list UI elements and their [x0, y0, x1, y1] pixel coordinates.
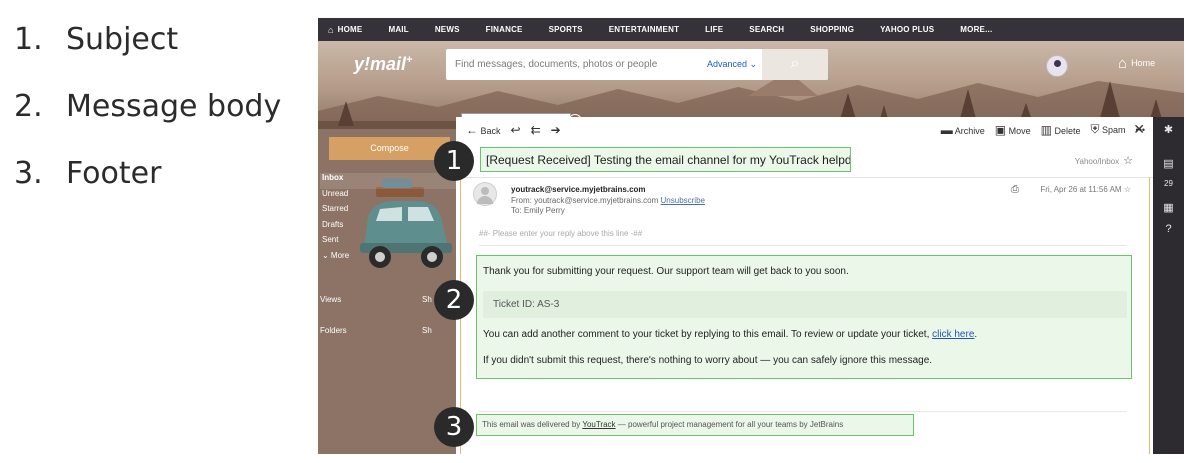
help-icon[interactable]: ?: [1153, 223, 1184, 235]
callout-3: 3: [434, 407, 474, 447]
right-rail: ✱ ▤ 29 ▦ ?: [1153, 117, 1184, 454]
topnav-mail[interactable]: MAIL: [388, 25, 408, 34]
sidebar-item-starred[interactable]: Starred: [320, 204, 456, 220]
arrow-left-icon: ←: [466, 122, 478, 137]
folders-show-toggle[interactable]: Sh: [422, 326, 432, 335]
sidebar-item-inbox[interactable]: Inbox: [320, 173, 456, 189]
search-icon[interactable]: ⌕: [762, 49, 828, 80]
sender-avatar: [473, 182, 497, 206]
advanced-search-button[interactable]: Advanced ⌄: [707, 59, 757, 70]
mail-app-window: ⌂ HOME MAIL NEWS FINANCE SPORTS ENTERTAI…: [318, 18, 1184, 454]
views-show-toggle[interactable]: Sh: [422, 295, 432, 304]
legend-item-footer: 3. Footer: [14, 156, 162, 191]
move-button[interactable]: ▣ Move: [995, 123, 1031, 137]
star-icon[interactable]: ☆: [1124, 185, 1131, 194]
message-body: Thank you for submitting your request. O…: [476, 255, 1132, 379]
topnav-sports[interactable]: SPORTS: [549, 25, 583, 34]
message-content: youtrack@service.myjetbrains.com From: y…: [460, 177, 1150, 454]
sidebar-item-more[interactable]: ⌄ More: [320, 251, 456, 267]
topnav-shopping[interactable]: SHOPPING: [810, 25, 854, 34]
topnav-search[interactable]: SEARCH: [749, 25, 784, 34]
subject-row: [Request Received] Testing the email cha…: [456, 142, 1153, 178]
header-banner: y!mail+ Find messages, documents, photos…: [318, 41, 1184, 129]
reply-icon[interactable]: ↩: [511, 123, 521, 137]
print-icon[interactable]: ⎙: [1011, 184, 1019, 195]
unsubscribe-link[interactable]: Unsubscribe: [661, 196, 705, 205]
sender-name[interactable]: youtrack@service.myjetbrains.com: [511, 185, 646, 194]
message-toolbar: ← Back ↩ ⇇ ➔ ▬ Archive ▣ Move ▥ Delete ⛨…: [456, 117, 1153, 142]
notepad-icon[interactable]: ▦: [1153, 201, 1184, 214]
compose-button[interactable]: Compose: [329, 137, 450, 160]
sidebar-item-drafts[interactable]: Drafts: [320, 220, 456, 236]
forward-icon[interactable]: ➔: [551, 123, 561, 137]
folder-path: Yahoo/Inbox ☆: [1074, 155, 1133, 167]
message-pane: ← Back ↩ ⇇ ➔ ▬ Archive ▣ Move ▥ Delete ⛨…: [456, 117, 1153, 454]
callout-2: 2: [434, 280, 474, 320]
search-input[interactable]: Find messages, documents, photos or peop…: [455, 59, 707, 70]
body-paragraph: Thank you for submitting your request. O…: [483, 266, 849, 277]
topnav-more[interactable]: MORE...: [960, 25, 992, 34]
yahoo-mail-logo[interactable]: y!mail+: [354, 54, 412, 75]
archive-icon: ▬: [940, 122, 953, 137]
spam-button[interactable]: ⛨ Spam: [1091, 122, 1126, 137]
topnav-yahoo-plus[interactable]: YAHOO PLUS: [880, 25, 934, 34]
folder-move-icon: ▣: [994, 122, 1007, 137]
archive-button[interactable]: ▬ Archive: [941, 123, 985, 137]
search-bar: Find messages, documents, photos or peop…: [446, 49, 828, 80]
top-navigation: ⌂ HOME MAIL NEWS FINANCE SPORTS ENTERTAI…: [318, 18, 1184, 41]
topnav-finance[interactable]: FINANCE: [486, 25, 523, 34]
sidebar-views[interactable]: Views: [320, 295, 341, 304]
contacts-icon[interactable]: ▤: [1153, 157, 1184, 170]
trash-icon: ▥: [1040, 122, 1052, 137]
calendar-icon[interactable]: 29: [1153, 179, 1184, 188]
annotated-screenshot: 1. Subject 2. Message body 3. Footer ⌂ HOME…: [0, 0, 1202, 463]
settings-icon[interactable]: ✱: [1153, 123, 1184, 136]
house-icon: ⌂: [1118, 55, 1128, 72]
star-icon[interactable]: ☆: [1123, 155, 1133, 167]
sidebar-item-sent[interactable]: Sent: [320, 235, 456, 251]
delete-button[interactable]: ▥ Delete: [1041, 123, 1081, 137]
sidebar-item-unread[interactable]: Unread: [320, 189, 456, 205]
message-date: Fri, Apr 26 at 11:56 AM ☆: [1040, 185, 1131, 194]
topnav-entertainment[interactable]: ENTERTAINMENT: [609, 25, 679, 34]
account-avatar[interactable]: [1046, 55, 1068, 77]
callout-1: 1: [434, 141, 474, 181]
message-subject: [Request Received] Testing the email cha…: [480, 147, 851, 172]
reply-marker: ##- Please enter your reply above this l…: [479, 229, 643, 238]
reply-all-icon[interactable]: ⇇: [531, 123, 541, 137]
home-link[interactable]: ⌂ Home: [1118, 55, 1155, 72]
folder-list: Inbox Unread Starred Drafts Sent ⌄ More: [320, 173, 456, 266]
topnav-news[interactable]: NEWS: [435, 25, 460, 34]
message-footer: This email was delivered by YouTrack — p…: [476, 414, 914, 436]
topnav-life[interactable]: LIFE: [705, 25, 723, 34]
topnav-home[interactable]: HOME: [338, 25, 363, 34]
legend-item-message-body: 2. Message body: [14, 89, 282, 124]
youtrack-link[interactable]: YouTrack: [582, 420, 615, 429]
to-line: To: Emily Perry: [511, 206, 565, 215]
body-paragraph: You can add another comment to your tick…: [483, 329, 978, 340]
close-icon[interactable]: ✕: [1133, 121, 1145, 138]
legend-item-subject: 1. Subject: [14, 22, 179, 57]
divider: [479, 411, 1127, 412]
sidebar-folders[interactable]: Folders: [320, 326, 347, 335]
home-icon[interactable]: ⌂: [328, 25, 334, 35]
back-button[interactable]: ← Back: [466, 123, 501, 137]
click-here-link[interactable]: click here: [932, 329, 974, 340]
ticket-id: Ticket ID: AS-3: [483, 291, 1127, 318]
from-line: From: youtrack@service.myjetbrains.com U…: [511, 196, 705, 205]
body-paragraph: If you didn't submit this request, there…: [483, 355, 933, 366]
shield-icon: ⛨: [1090, 122, 1100, 136]
legend: 1. Subject 2. Message body 3. Footer: [14, 20, 281, 221]
divider: [479, 245, 1127, 246]
